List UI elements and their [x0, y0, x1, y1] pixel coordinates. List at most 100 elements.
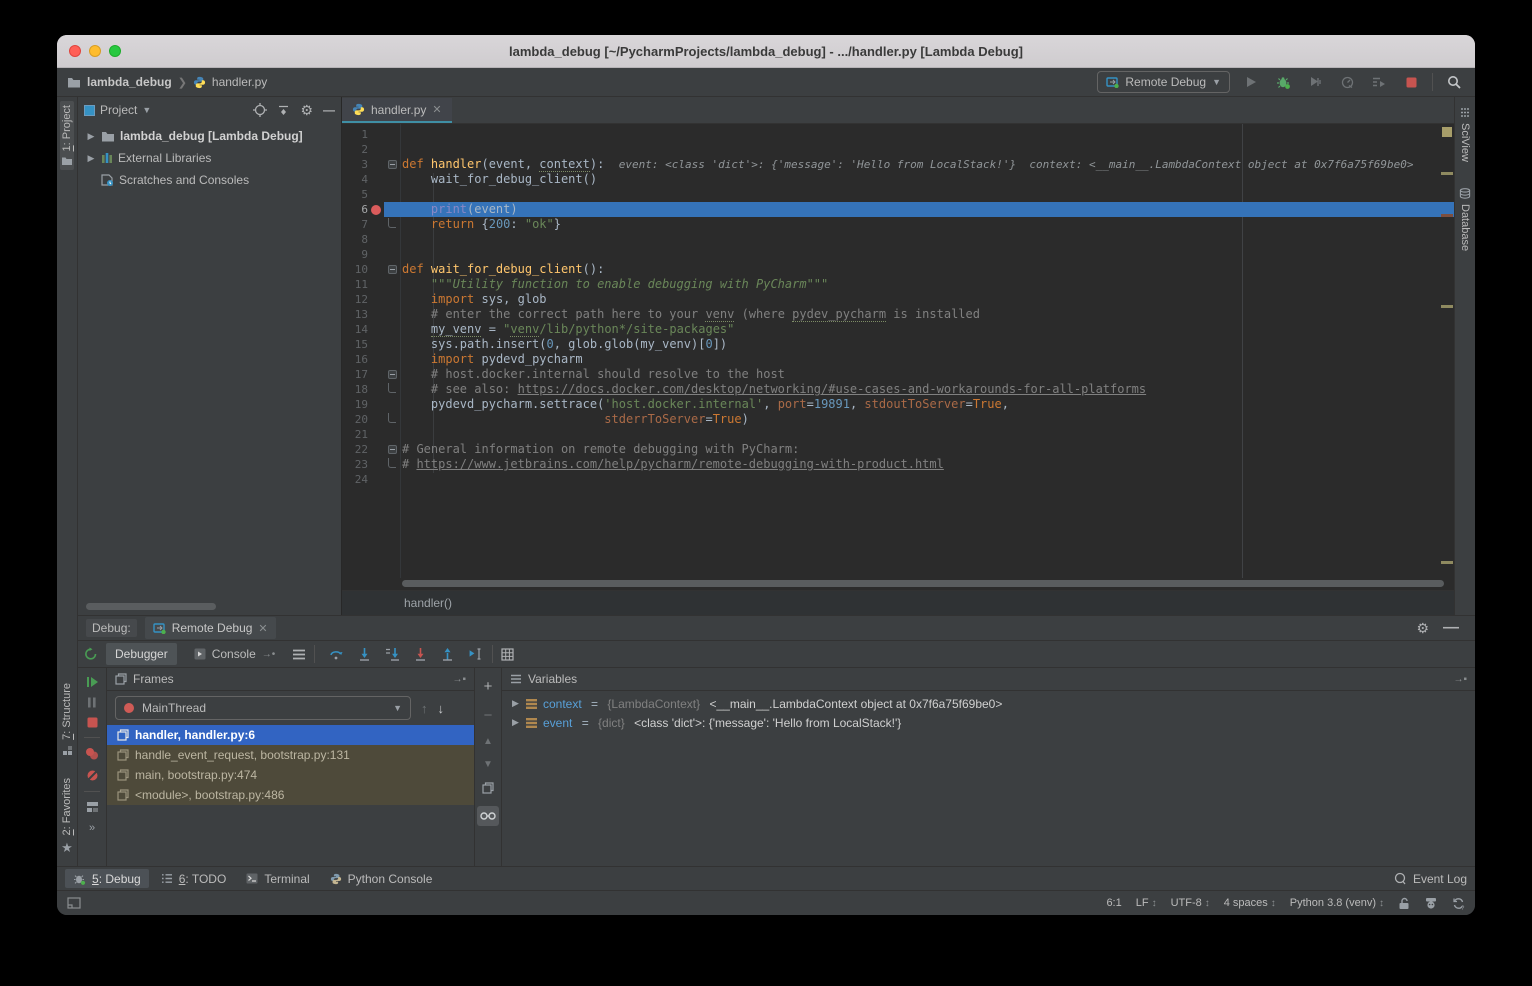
next-frame-button[interactable]: ↓	[438, 701, 445, 716]
show-watches-button[interactable]	[477, 806, 499, 826]
locate-file-icon[interactable]	[253, 103, 267, 117]
toolwindow-tab-sciview[interactable]: SciView	[1459, 107, 1471, 162]
gear-icon[interactable]: ⚙	[300, 102, 313, 119]
toolwindow-tab-todo[interactable]: 6: TODO	[153, 869, 235, 888]
view-as-table-icon[interactable]	[501, 648, 514, 661]
collapse-all-icon[interactable]	[277, 104, 290, 117]
toolwindow-tab-database[interactable]: Database	[1459, 188, 1471, 251]
event-log-label[interactable]: Event Log	[1413, 872, 1467, 886]
code-line-21[interactable]: 21	[342, 427, 1454, 442]
expand-arrow-icon[interactable]: ▶	[86, 153, 96, 164]
expand-arrow-icon[interactable]: ▶	[512, 717, 520, 728]
stack-frame[interactable]: <module>, bootstrap.py:486	[107, 785, 474, 805]
debug-button[interactable]	[1272, 72, 1294, 92]
pause-button[interactable]	[87, 697, 97, 708]
interpreter-select[interactable]: Python 3.8 (venv)↕	[1290, 897, 1384, 909]
run-anything-button[interactable]	[1368, 72, 1390, 92]
code-line-23[interactable]: 23# https://www.jetbrains.com/help/pycha…	[342, 457, 1454, 472]
stripe-mark[interactable]	[1441, 214, 1453, 217]
indent-select[interactable]: 4 spaces↕	[1224, 897, 1276, 909]
stop-button[interactable]	[1400, 72, 1422, 92]
code-line-6[interactable]: 6 print(event)	[342, 202, 1454, 217]
fold-start-icon[interactable]	[384, 157, 400, 172]
code-line-7[interactable]: 7 return {200: "ok"}	[342, 217, 1454, 232]
gear-icon[interactable]: ⚙	[1416, 620, 1429, 637]
thread-select[interactable]: MainThread ▼	[115, 696, 411, 720]
stack-frame[interactable]: handler, handler.py:6	[107, 725, 474, 745]
run-to-cursor-button[interactable]	[468, 647, 484, 661]
step-over-button[interactable]	[329, 647, 344, 661]
code-line-11[interactable]: 11 """Utility function to enable debuggi…	[342, 277, 1454, 292]
fold-end-icon[interactable]	[384, 412, 400, 427]
project-horizontal-scrollbar[interactable]	[86, 603, 216, 610]
stack-frame[interactable]: handle_event_request, bootstrap.py:131	[107, 745, 474, 765]
toolwindow-tab-structure[interactable]: 7: Structure	[61, 683, 73, 756]
remove-watch-button[interactable]: −	[484, 707, 493, 724]
project-view-select[interactable]: Project ▼	[84, 103, 151, 117]
code-line-5[interactable]: 5	[342, 187, 1454, 202]
stripe-mark[interactable]	[1441, 172, 1453, 175]
code-editor[interactable]: 123def handler(event, context): event: <…	[342, 124, 1454, 578]
debug-session-tab[interactable]: Remote Debug ✕	[145, 617, 276, 639]
step-out-button[interactable]	[441, 647, 454, 661]
tree-item-external-libraries[interactable]: ▶External Libraries	[78, 147, 341, 169]
breadcrumb-function[interactable]: handler()	[404, 596, 452, 610]
move-up-button[interactable]: ▲	[483, 736, 493, 747]
breakpoint-dot[interactable]	[368, 202, 384, 217]
run-with-coverage-button[interactable]	[1304, 72, 1326, 92]
toolwindow-tab-debug[interactable]: 5: Debug	[65, 869, 149, 888]
more-actions-button[interactable]: »	[89, 822, 95, 834]
tree-item-scratches-and-consoles[interactable]: Scratches and Consoles	[78, 169, 341, 191]
code-line-8[interactable]: 8	[342, 232, 1454, 247]
code-line-14[interactable]: 14 my_venv = "venv/lib/python*/site-pack…	[342, 322, 1454, 337]
inspection-status-square[interactable]	[1442, 127, 1452, 137]
code-line-17[interactable]: 17 # host.docker.internal should resolve…	[342, 367, 1454, 382]
encoding-select[interactable]: UTF-8↕	[1171, 897, 1210, 909]
code-line-20[interactable]: 20 stderrToServer=True)	[342, 412, 1454, 427]
breadcrumb-project[interactable]: lambda_debug	[87, 75, 172, 89]
code-line-15[interactable]: 15 sys.path.insert(0, glob.glob(my_venv)…	[342, 337, 1454, 352]
add-watch-button[interactable]: +	[484, 678, 493, 695]
toolwindow-tab-favorites[interactable]: 2: Favorites ★	[61, 778, 73, 856]
fold-start-icon[interactable]	[384, 262, 400, 277]
breadcrumb-file[interactable]: handler.py	[212, 75, 267, 89]
code-line-10[interactable]: 10def wait_for_debug_client():	[342, 262, 1454, 277]
stripe-mark[interactable]	[1441, 561, 1453, 564]
stripe-mark[interactable]	[1441, 305, 1453, 308]
fold-start-icon[interactable]	[384, 367, 400, 382]
duplicate-watch-button[interactable]	[482, 782, 494, 794]
variable-row-context[interactable]: ▶context = {LambdaContext} <__main__.Lam…	[502, 694, 1475, 713]
fold-start-icon[interactable]	[384, 442, 400, 457]
toolwindow-tab-python-console[interactable]: Python Console	[322, 869, 441, 888]
previous-frame-button[interactable]: ↑	[421, 701, 428, 716]
code-line-3[interactable]: 3def handler(event, context): event: <cl…	[342, 157, 1454, 172]
code-line-1[interactable]: 1	[342, 127, 1454, 142]
code-line-13[interactable]: 13 # enter the correct path here to your…	[342, 307, 1454, 322]
run-configuration-select[interactable]: Remote Debug ▼	[1097, 71, 1230, 93]
toolwindow-tab-terminal[interactable]: Terminal	[238, 869, 317, 888]
run-button[interactable]	[1240, 72, 1262, 92]
editor-tab-handler[interactable]: handler.py ✕	[342, 98, 452, 123]
stop-button[interactable]	[87, 717, 98, 728]
code-line-9[interactable]: 9	[342, 247, 1454, 262]
line-separator-select[interactable]: LF↕	[1136, 897, 1157, 909]
code-line-18[interactable]: 18 # see also: https://docs.docker.com/d…	[342, 382, 1454, 397]
code-line-24[interactable]: 24	[342, 472, 1454, 487]
fold-end-icon[interactable]	[384, 382, 400, 397]
restore-layout-button[interactable]	[86, 801, 99, 813]
tab-debugger[interactable]: Debugger	[106, 643, 177, 665]
editor-horizontal-scrollbar[interactable]	[342, 578, 1454, 590]
resume-button[interactable]	[86, 676, 99, 688]
hide-panel-icon[interactable]: —	[323, 103, 335, 117]
highlighting-level-icon[interactable]	[1424, 897, 1438, 909]
lock-icon[interactable]	[1398, 897, 1410, 910]
step-into-button[interactable]	[358, 647, 371, 661]
fold-end-icon[interactable]	[384, 457, 400, 472]
fold-end-icon[interactable]	[384, 217, 400, 232]
close-tab-icon[interactable]: ✕	[432, 103, 441, 116]
tab-console[interactable]: Console →•	[185, 643, 285, 665]
search-everywhere-button[interactable]	[1443, 72, 1465, 92]
frames-options-icon[interactable]: →▪	[452, 674, 466, 685]
hide-debug-panel-icon[interactable]: —	[1443, 619, 1459, 637]
sync-status-icon[interactable]: ?	[1452, 897, 1465, 910]
